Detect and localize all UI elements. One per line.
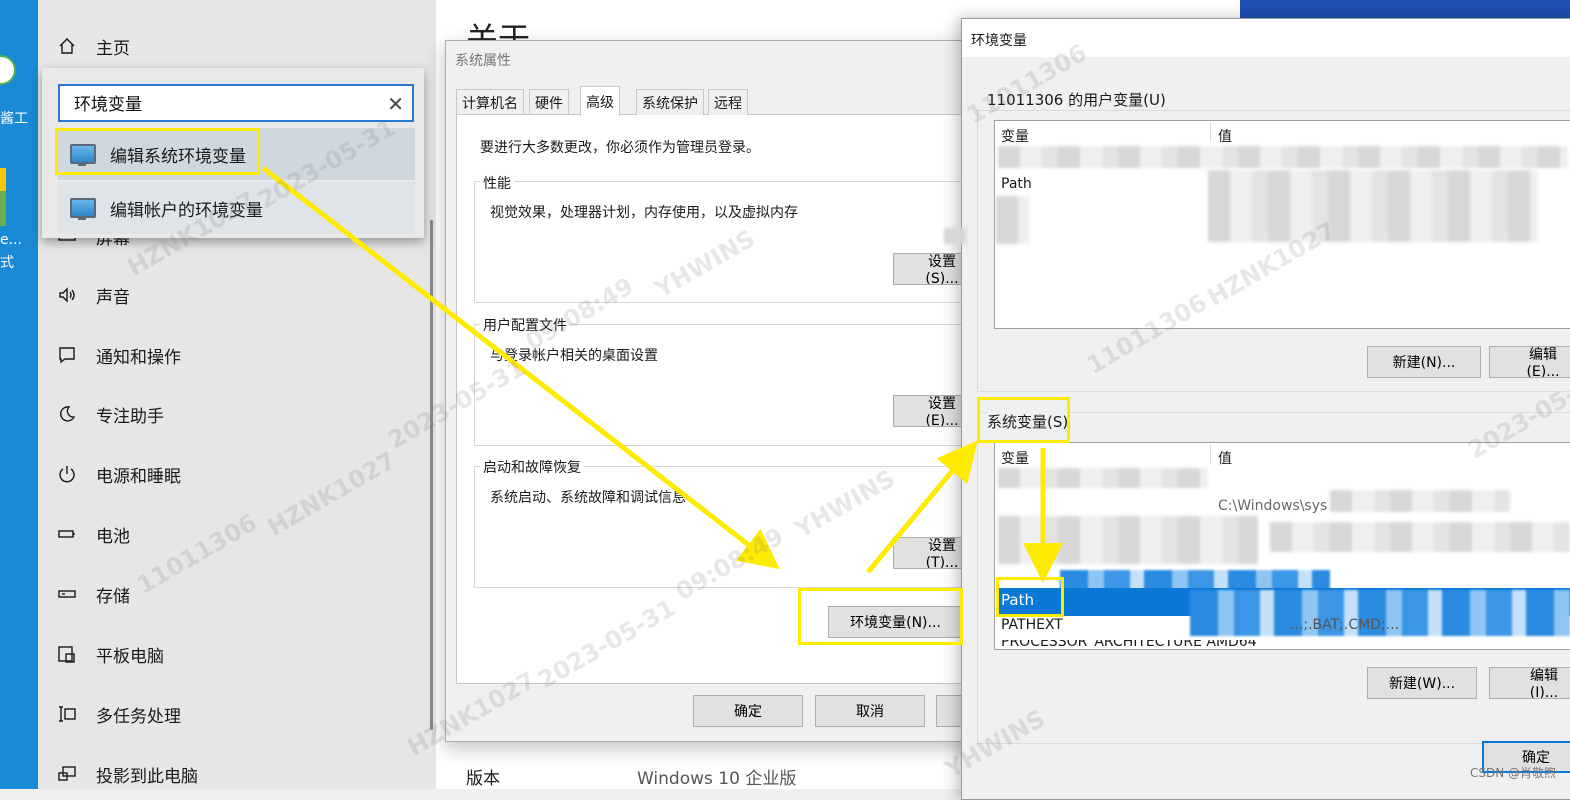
group-description: 视觉效果，处理器计划，内存使用，以及虚拟内存 (490, 205, 798, 221)
power-icon (55, 462, 79, 486)
redacted-value (1330, 490, 1510, 512)
moon-icon (55, 402, 79, 426)
highlight-box (977, 397, 1070, 443)
redacted-value (1270, 522, 1570, 552)
sidebar-item-focus[interactable]: 专注助手 (55, 394, 164, 434)
redacted-row (1060, 570, 1330, 590)
column-header-variable[interactable]: 变量 (1001, 448, 1029, 468)
project-icon (55, 762, 79, 786)
tab-advanced[interactable]: 高级 (580, 86, 620, 116)
system-new-button[interactable]: 新建(W)... (1367, 667, 1477, 699)
tablet-icon (55, 642, 79, 666)
search-input[interactable] (72, 91, 376, 113)
sidebar-item-notifications[interactable]: 通知和操作 (55, 335, 181, 375)
sidebar-item-label: 专注助手 (96, 406, 164, 427)
highlight-box (996, 577, 1064, 617)
tab-hardware[interactable]: 硬件 (529, 89, 569, 115)
sidebar-item-power[interactable]: 电源和睡眠 (55, 454, 181, 494)
cancel-button[interactable]: 取消 (815, 695, 925, 727)
sidebar-item-label: 存储 (96, 586, 130, 607)
table-cell-value: ...;.BAT;.CMD;... (1290, 617, 1400, 633)
ok-button[interactable]: 确定 (693, 695, 803, 727)
group-title: 性能 (480, 173, 514, 193)
sidebar-item-multitasking[interactable]: 多任务处理 (55, 694, 181, 734)
multitask-icon (55, 702, 79, 726)
sidebar-item-tablet[interactable]: 平板电脑 (55, 634, 164, 674)
table-row[interactable]: Path (1001, 176, 1032, 192)
desktop-app-icon[interactable] (0, 168, 6, 226)
desktop-icon-label: e... (0, 232, 22, 248)
tab-computer-name[interactable]: 计算机名 (456, 89, 524, 115)
sidebar-item-project[interactable]: 投影到此电脑 (55, 754, 198, 794)
group-title: 启动和故障恢复 (480, 457, 584, 477)
storage-icon (55, 582, 79, 606)
version-label: 版本 (466, 769, 500, 789)
desktop-icon-label: 酱工 (0, 111, 28, 127)
version-value: Windows 10 企业版 (637, 769, 797, 789)
column-header-value[interactable]: 值 (1218, 448, 1232, 468)
user-edit-button[interactable]: 编辑(E)... (1489, 346, 1570, 378)
sidebar-item-label: 多任务处理 (96, 706, 181, 727)
table-row[interactable]: PATHEXT (1001, 617, 1063, 633)
column-divider (1210, 444, 1211, 464)
redacted-row (944, 228, 974, 244)
table-cell-variable: PROCESSOR_ARCHITECTURE AMD64 (1001, 640, 1257, 648)
redacted-row (998, 468, 1208, 488)
notification-icon (55, 343, 79, 367)
sidebar-item-label: 平板电脑 (96, 646, 164, 667)
column-header-value[interactable]: 值 (1218, 126, 1232, 146)
redacted-row (998, 146, 1568, 168)
sidebar-item-storage[interactable]: 存储 (55, 574, 130, 614)
redacted-value (1208, 170, 1538, 242)
sidebar-item-label: 通知和操作 (96, 347, 181, 368)
sidebar-item-label: 电池 (96, 526, 130, 547)
dialog-title: 系统属性 (455, 53, 511, 69)
redacted-row (996, 196, 1030, 244)
speaker-icon (55, 283, 79, 307)
sidebar-item-home[interactable]: 主页 (55, 26, 130, 66)
highlight-box (798, 588, 963, 645)
sidebar-item-label: 声音 (96, 287, 130, 308)
battery-icon (55, 522, 79, 546)
redacted-row (998, 516, 1258, 564)
search-box[interactable]: ✕ (58, 84, 414, 122)
table-cell-value: C:\Windows\sys (1218, 498, 1328, 514)
sidebar-item-label: 电源和睡眠 (96, 466, 181, 487)
column-header-variable[interactable]: 变量 (1001, 126, 1029, 146)
tab-remote[interactable]: 远程 (708, 89, 748, 115)
csdn-credit: CSDN @肖敬煦 (1469, 766, 1556, 780)
sidebar-item-sound[interactable]: 声音 (55, 275, 130, 315)
dialog-title: 环境变量 (971, 33, 1027, 49)
desktop-icon-label: 式 (0, 255, 14, 271)
sidebar-item-label: 投影到此电脑 (96, 766, 198, 787)
column-divider (1210, 122, 1211, 142)
table-row[interactable]: PROCESSOR_ARCHITECTURE AMD64 (1001, 640, 1257, 648)
monitor-icon (70, 198, 96, 220)
sidebar-item-battery[interactable]: 电池 (55, 514, 130, 554)
highlight-box (55, 128, 260, 175)
tab-system-protection[interactable]: 系统保护 (636, 89, 704, 115)
scrollbar[interactable] (430, 220, 433, 730)
user-new-button[interactable]: 新建(N)... (1367, 346, 1481, 378)
close-icon[interactable]: ✕ (387, 92, 404, 116)
group-description: 系统启动、系统故障和调试信息 (490, 490, 686, 506)
sidebar-item-label: 主页 (96, 38, 130, 59)
home-icon (55, 34, 79, 58)
system-edit-button[interactable]: 编辑(I)... (1489, 667, 1570, 699)
admin-note: 要进行大多数更改，你必须作为管理员登录。 (480, 140, 760, 156)
